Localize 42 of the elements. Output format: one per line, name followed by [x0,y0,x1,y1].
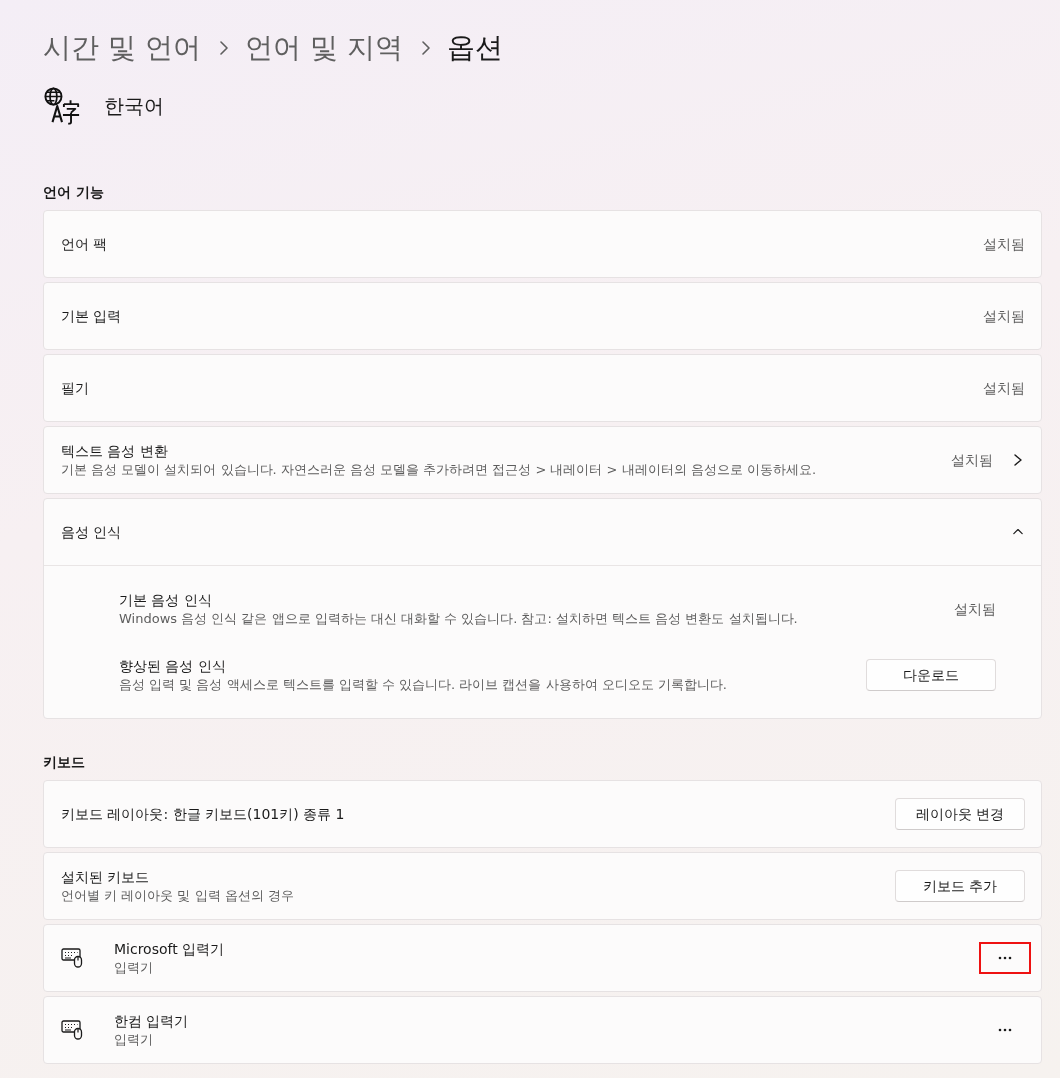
keyboard-icon [61,948,83,968]
section-heading: 언어 기능 [43,183,105,202]
chevron-right-icon [420,41,431,55]
setting-card[interactable]: 텍스트 음성 변환 기본 음성 모델이 설치되어 있습니다. 자연스러운 음성 모델을 추가하려면 접근성 > 내레이터 > 내레이터의 음성으로 이동하세요. 설치됨 [43,426,1042,494]
more-icon [998,956,1012,960]
breadcrumb-link[interactable]: 시간 및 언어 [43,28,201,68]
setting-title: 텍스트 음성 변환 [61,442,169,461]
expander-card[interactable]: 음성 인식 기본 음성 인식 Windows 음성 인식 같은 앱으로 입력하는 대신 대화할 수 있습니다. 참고: 설치하면 텍스트 음성 변환도 설치됩니다. 설치됨 향상된 음성 인식 음성 입력 및 음성 액세스로 텍스트를 입력할 수 있습니다. 라이브 캡션을 사용하여 오디오도 기록합니다. 다운로드 [43,498,1042,719]
page-title: 옵션 [446,30,503,66]
more-icon [998,1028,1012,1032]
setting-title: 음성 인식 [61,523,123,542]
status-text: 설치됨 [954,599,996,619]
setting-description: 음성 입력 및 음성 액세스로 텍스트를 입력할 수 있습니다. 라이브 캡션을 사용하여 오디오도 기록합니다. [119,676,728,694]
status-text: 설치됨 [983,378,1025,398]
setting-description: 언어별 키 레이아웃 및 입력 옵션의 경우 [61,887,295,905]
setting-title: 키보드 레이아웃: 한글 키보드(101키) 종류 1 [61,805,346,824]
action-button[interactable]: 다운로드 [866,659,996,691]
status-text: 설치됨 [983,306,1025,326]
setting-title: Microsoft 입력기 [114,940,226,959]
chevron-right-icon [218,41,229,55]
language-icon [43,87,81,125]
status-text: 설치됨 [951,450,993,470]
keyboard-icon [61,1020,83,1040]
language-name: 한국어 [104,93,164,120]
setting-title: 한컴 입력기 [114,1012,190,1031]
setting-description: 기본 음성 모델이 설치되어 있습니다. 자연스러운 음성 모델을 추가하려면 접근성 > 내레이터 > 내레이터의 음성으로 이동하세요. [61,461,818,479]
chevron-right-icon [1013,454,1023,466]
setting-description: Windows 음성 인식 같은 앱으로 입력하는 대신 대화할 수 있습니다. 참고: 설치하면 텍스트 음성 변환도 설치됩니다. [119,610,799,628]
setting-description: 입력기 [114,1031,154,1049]
setting-description: 입력기 [114,959,154,977]
status-text: 설치됨 [983,234,1025,254]
breadcrumb-link[interactable]: 언어 및 지역 [244,28,403,68]
setting-title: 설치된 키보드 [61,868,151,887]
setting-title: 언어 팩 [61,235,109,254]
setting-title: 기본 음성 인식 [119,591,213,610]
action-button[interactable]: 레이아웃 변경 [895,798,1025,830]
setting-title: 필기 [61,379,90,398]
action-button[interactable]: 키보드 추가 [895,870,1025,902]
setting-title: 향상된 음성 인식 [119,657,227,676]
section-heading: 키보드 [43,753,86,772]
setting-title: 기본 입력 [61,307,123,326]
more-button[interactable] [979,942,1031,974]
